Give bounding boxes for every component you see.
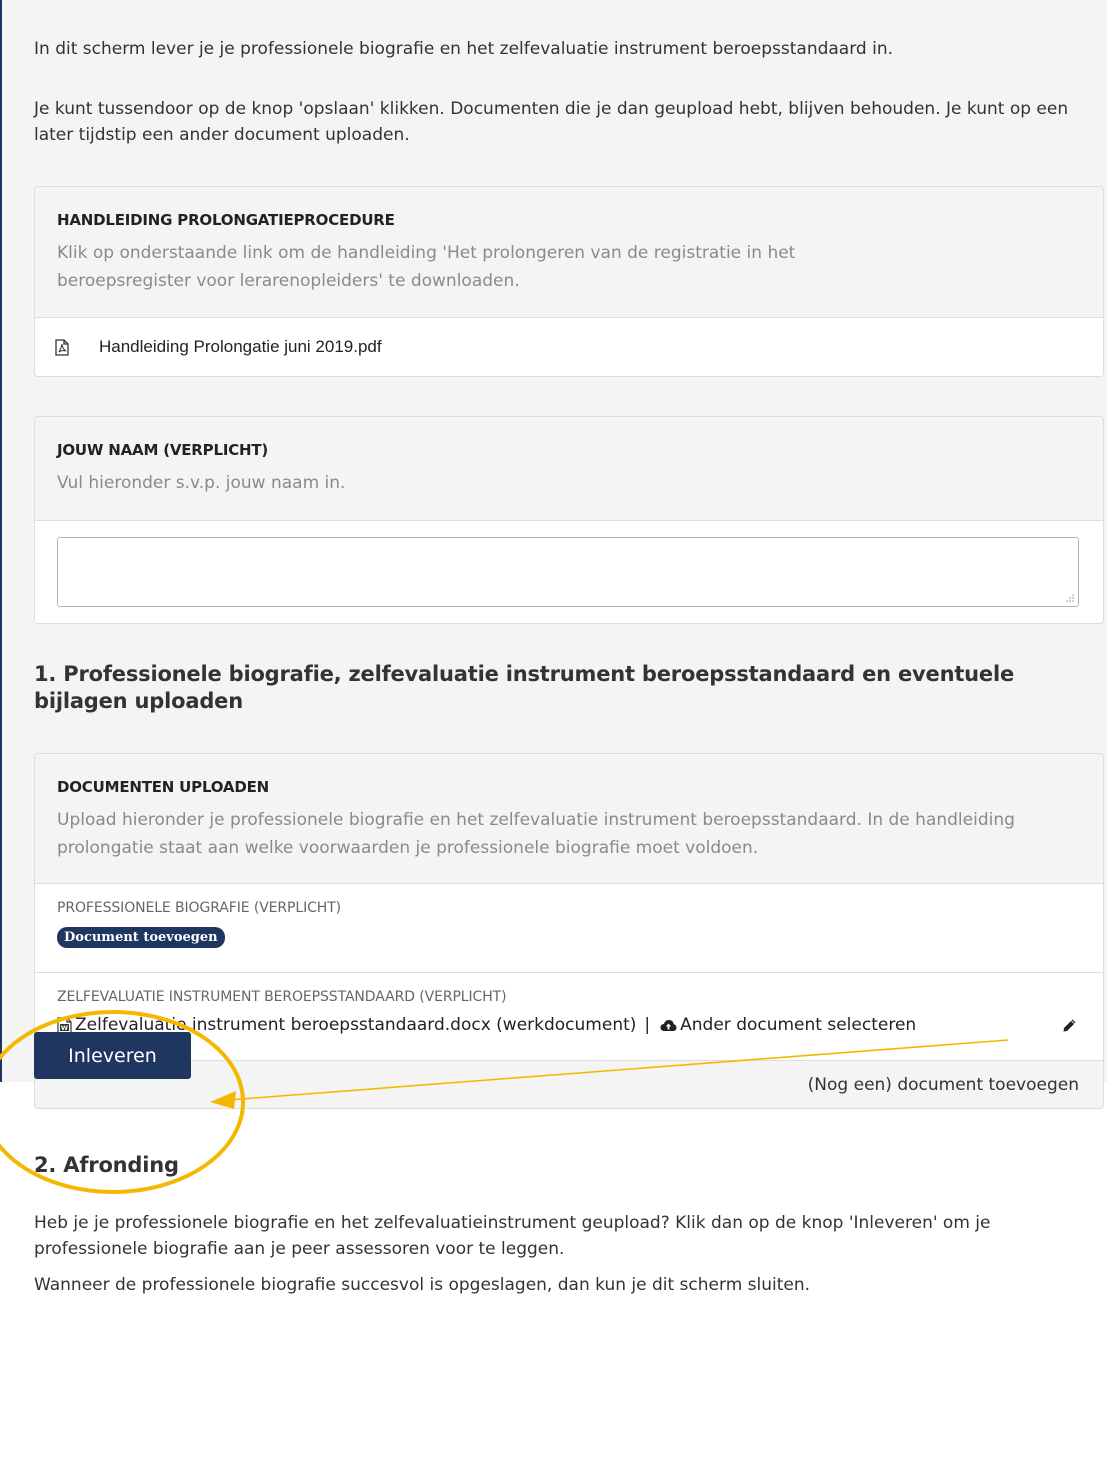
manual-card-description: Klik op onderstaande link om de handleid…	[57, 243, 796, 291]
left-border	[0, 0, 2, 1082]
cloud-upload-icon	[660, 1019, 677, 1031]
biography-field: PROFESSIONELE BIOGRAFIE (VERPLICHT) Docu…	[35, 884, 1103, 973]
upload-card-header: DOCUMENTEN UPLOADEN Upload hieronder je …	[35, 754, 1103, 884]
select-other-document-link[interactable]: Ander document selecteren	[680, 1015, 916, 1035]
self-evaluation-field-label: ZELFEVALUATIE INSTRUMENT BEROEPSSTANDAAR…	[57, 989, 507, 1005]
manual-card-header: HANDLEIDING PROLONGATIEPROCEDURE Klik op…	[35, 187, 1103, 318]
name-card: JOUW NAAM (VERPLICHT) Vul hieronder s.v.…	[34, 416, 1104, 624]
self-evaluation-field: ZELFEVALUATIE INSTRUMENT BEROEPSSTANDAAR…	[35, 973, 1103, 1061]
resize-grip-icon[interactable]	[1066, 594, 1074, 602]
section-2-heading: 2. Afronding	[34, 1153, 179, 1177]
add-another-document-link[interactable]: (Nog een) document toevoegen	[808, 1075, 1079, 1095]
biography-field-label: PROFESSIONELE BIOGRAFIE (VERPLICHT)	[57, 900, 342, 916]
self-evaluation-document-line: W Zelfevaluatie instrument beroepsstanda…	[57, 1015, 1081, 1035]
word-file-icon: W	[57, 1016, 72, 1034]
manual-card-title: HANDLEIDING PROLONGATIEPROCEDURE	[57, 211, 395, 229]
upload-card-footer: (Nog een) document toevoegen	[35, 1061, 1103, 1108]
separator: |	[644, 1015, 651, 1035]
pencil-edit-icon[interactable]	[1062, 1018, 1077, 1033]
manual-file-name[interactable]: Handleiding Prolongatie juni 2019.pdf	[99, 337, 382, 357]
section-2-text-1: Heb je je professionele biografie en het…	[34, 1213, 991, 1259]
upload-card: DOCUMENTEN UPLOADEN Upload hieronder je …	[34, 753, 1104, 1109]
intro-text-1: In dit scherm lever je je professionele …	[34, 39, 894, 59]
section-1-heading: 1. Professionele biografie, zelfevaluati…	[34, 662, 1015, 713]
name-card-header: JOUW NAAM (VERPLICHT) Vul hieronder s.v.…	[35, 417, 1103, 521]
add-document-button[interactable]: Document toevoegen	[57, 927, 225, 948]
pdf-file-icon	[55, 338, 69, 356]
name-input-wrapper	[35, 521, 1103, 623]
intro-text-2: Je kunt tussendoor op de knop 'opslaan' …	[34, 99, 1069, 145]
name-card-description: Vul hieronder s.v.p. jouw naam in.	[57, 473, 346, 493]
submit-button[interactable]: Inleveren	[34, 1032, 191, 1079]
upload-card-title: DOCUMENTEN UPLOADEN	[57, 778, 269, 796]
name-input[interactable]	[57, 537, 1079, 607]
upload-card-description: Upload hieronder je professionele biogra…	[57, 810, 1015, 858]
svg-text:W: W	[61, 1024, 68, 1032]
manual-card: HANDLEIDING PROLONGATIEPROCEDURE Klik op…	[34, 186, 1104, 377]
section-2-text-2: Wanneer de professionele biografie succe…	[34, 1275, 811, 1295]
name-card-title: JOUW NAAM (VERPLICHT)	[57, 441, 269, 459]
manual-file-link[interactable]: Handleiding Prolongatie juni 2019.pdf	[35, 318, 1103, 376]
